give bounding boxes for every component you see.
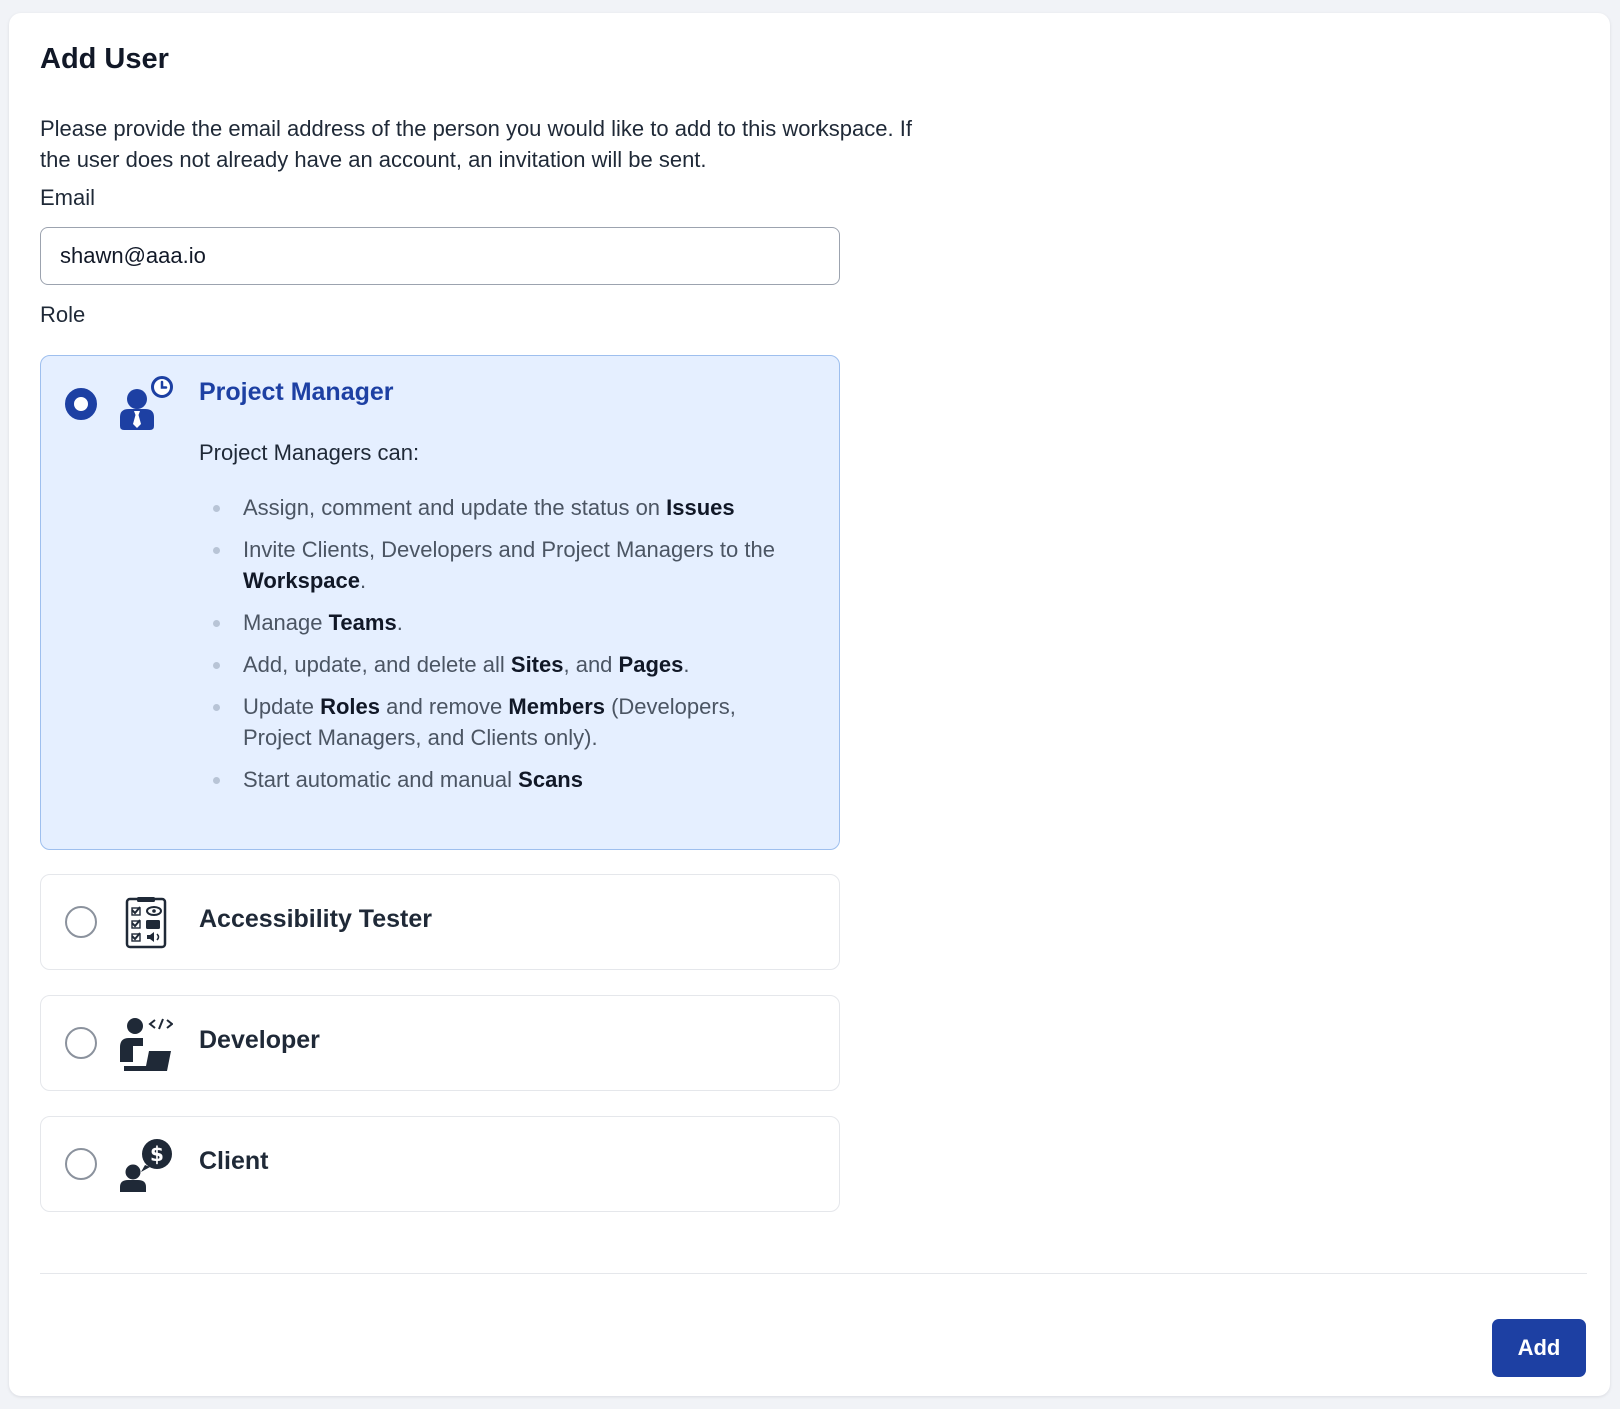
- permission-item: Add, update, and delete all Sites, and P…: [199, 649, 809, 680]
- email-field[interactable]: [40, 227, 840, 285]
- role-label: Role: [40, 302, 86, 327]
- developer-icon: [120, 1018, 173, 1071]
- svg-text:$: $: [150, 1142, 164, 1166]
- role-option-accessibility-tester[interactable]: Accessibility Tester: [40, 874, 840, 970]
- permission-item: Start automatic and manual Scans: [199, 764, 809, 795]
- footer-divider: [40, 1273, 1587, 1274]
- role-option-title: Client: [199, 1147, 269, 1175]
- client-icon: $: [120, 1139, 172, 1192]
- add-user-dialog: Add User Please provide the email addres…: [9, 13, 1610, 1396]
- dialog-intro: Please provide the email address of the …: [40, 116, 912, 172]
- add-button[interactable]: Add: [1492, 1319, 1586, 1377]
- role-option-title: Accessibility Tester: [199, 905, 432, 933]
- permissions-list: Assign, comment and update the status on…: [199, 492, 809, 806]
- client-radio[interactable]: [65, 1148, 97, 1180]
- role-option-project-manager[interactable]: Project Manager Project Managers can: As…: [40, 355, 840, 850]
- accessibility-tester-radio[interactable]: [65, 906, 97, 938]
- permission-item: Update Roles and remove Members (Develop…: [199, 691, 809, 753]
- email-label: Email: [40, 185, 96, 210]
- accessibility-checklist-icon: [125, 897, 167, 949]
- role-option-title: Project Manager: [199, 378, 394, 406]
- project-manager-radio[interactable]: [65, 388, 97, 420]
- role-option-title: Developer: [199, 1026, 320, 1054]
- permission-item: Invite Clients, Developers and Project M…: [199, 534, 809, 596]
- role-option-client[interactable]: $ Client: [40, 1116, 840, 1212]
- permission-item: Assign, comment and update the status on…: [199, 492, 809, 523]
- developer-radio[interactable]: [65, 1027, 97, 1059]
- role-option-developer[interactable]: Developer: [40, 995, 840, 1091]
- dialog-title: Add User: [40, 43, 169, 75]
- permission-item: Manage Teams.: [199, 607, 809, 638]
- project-manager-icon: [120, 376, 173, 430]
- permissions-intro: Project Managers can:: [199, 440, 420, 465]
